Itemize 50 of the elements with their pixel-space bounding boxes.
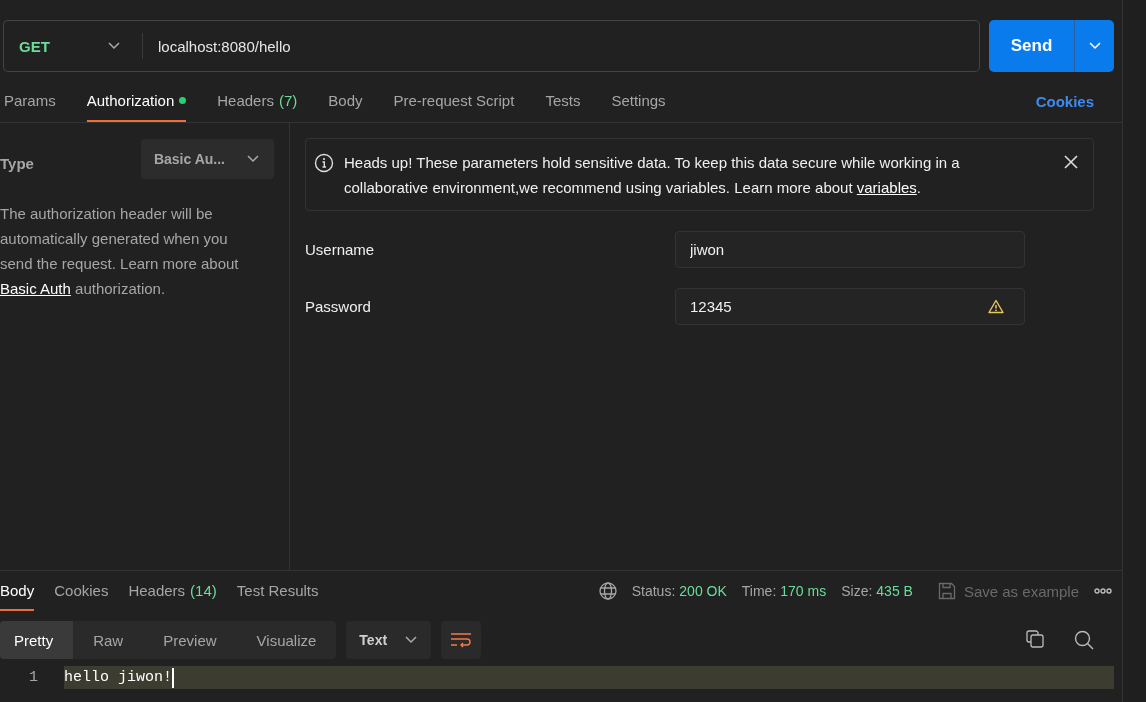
- chevron-down-icon: [247, 155, 259, 163]
- chevron-down-icon: [1088, 42, 1101, 50]
- chevron-down-icon: [405, 636, 418, 644]
- stat-label: Size:: [841, 583, 873, 599]
- request-tab[interactable]: Body: [328, 80, 363, 122]
- auth-description: The authorization header will be automatically generated when you send the request. Learn more about Basic Auth authorization.: [0, 204, 240, 299]
- view-mode-tab[interactable]: Pretty: [0, 621, 74, 659]
- request-tab[interactable]: Settings: [611, 80, 666, 122]
- send-button[interactable]: Send: [989, 20, 1074, 72]
- warning-icon: [988, 299, 1004, 314]
- stat-value: 200 OK: [679, 583, 727, 599]
- response-tab[interactable]: Headers (14): [128, 571, 217, 611]
- code-text: hello jiwon!: [64, 669, 173, 686]
- view-mode-tab[interactable]: Preview: [143, 621, 237, 659]
- basic-auth-link[interactable]: Basic Auth: [0, 280, 71, 297]
- count-label: (14): [190, 581, 217, 599]
- request-tab[interactable]: Pre-request Script: [393, 80, 515, 122]
- stat-label: Status:: [631, 583, 676, 599]
- request-tab[interactable]: Params: [4, 80, 56, 122]
- request-tab[interactable]: Headers (7): [217, 80, 298, 122]
- text-cursor: [172, 667, 175, 688]
- info-icon: [314, 153, 334, 173]
- format-dropdown[interactable]: Text: [346, 621, 432, 659]
- wrap-lines-icon: [450, 632, 473, 648]
- field-label: Username: [305, 241, 376, 258]
- response-tab[interactable]: Cookies: [54, 571, 109, 611]
- view-mode-tab[interactable]: Raw: [73, 621, 144, 659]
- request-tab[interactable]: Tests: [545, 80, 581, 122]
- auth-type-dropdown[interactable]: Basic Au...: [140, 139, 274, 179]
- input-field[interactable]: jiwon: [675, 231, 1025, 268]
- stat-label: Time:: [741, 583, 777, 599]
- stat-value: 435 B: [876, 583, 913, 599]
- type-label: Type: [0, 155, 34, 172]
- field-label: Password: [305, 298, 372, 315]
- input-field[interactable]: 12345: [675, 288, 1025, 325]
- count-label: (7): [278, 91, 298, 109]
- stat-value: 170 ms: [780, 583, 827, 599]
- globe-icon[interactable]: [598, 582, 617, 600]
- variables-link[interactable]: variables: [856, 179, 917, 196]
- copy-icon[interactable]: [1026, 630, 1044, 648]
- response-tab[interactable]: Body: [0, 571, 35, 611]
- cookies-link[interactable]: Cookies: [1029, 80, 1100, 122]
- view-mode-tab[interactable]: Visualize: [236, 621, 337, 659]
- notice-text: Heads up! These parameters hold sensitive data. To keep this data secure while working in a collaborative environment,we recommend using variables. Learn more about variables.: [344, 153, 961, 198]
- more-icon[interactable]: [1094, 588, 1112, 594]
- request-tab[interactable]: Authorization: [86, 80, 187, 122]
- line-number: 1: [28, 669, 39, 686]
- response-tab[interactable]: Test Results: [236, 571, 319, 611]
- wrap-lines-button[interactable]: [441, 621, 482, 659]
- search-icon[interactable]: [1074, 630, 1094, 650]
